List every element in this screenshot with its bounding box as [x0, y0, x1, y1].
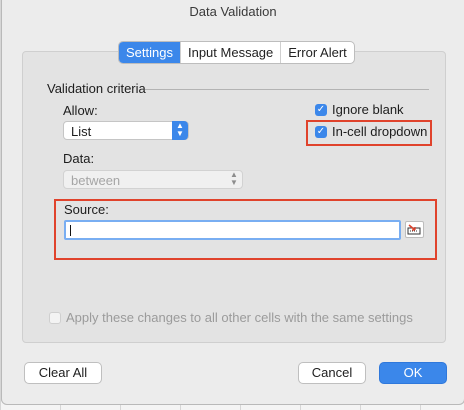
in-cell-dropdown-label: In-cell dropdown: [332, 124, 428, 139]
allow-label: Allow:: [63, 103, 98, 118]
dialog-title: Data Validation: [189, 4, 277, 19]
apply-all-checkbox[interactable]: [49, 312, 61, 324]
clear-all-button[interactable]: Clear All: [24, 362, 102, 384]
checkmark-icon: ✓: [316, 104, 326, 115]
ignore-blank-label: Ignore blank: [332, 102, 404, 117]
tab-settings[interactable]: Settings: [119, 42, 180, 63]
text-caret: [70, 225, 71, 236]
tab-error-alert[interactable]: Error Alert: [280, 42, 354, 63]
source-input[interactable]: [64, 220, 401, 240]
in-cell-dropdown-checkbox[interactable]: ✓: [315, 126, 327, 138]
data-value: between: [71, 173, 121, 188]
validation-criteria-heading: Validation criteria: [47, 81, 146, 96]
data-label: Data:: [63, 151, 95, 166]
source-label: Source:: [64, 202, 109, 217]
apply-all-label: Apply these changes to all other cells w…: [66, 310, 413, 325]
tab-bar: Settings Input Message Error Alert: [118, 41, 355, 64]
stepper-arrows-icon: ▲ ▼: [230, 170, 238, 187]
data-validation-dialog: Data Validation Settings Input Message E…: [1, 0, 464, 405]
checkmark-icon: ✓: [316, 126, 326, 137]
range-collapse-icon: [407, 224, 421, 235]
section-divider: [145, 89, 429, 90]
allow-select[interactable]: List ▲ ▼: [63, 121, 189, 140]
allow-value: List: [71, 124, 92, 139]
stepper-arrows-icon: ▲ ▼: [172, 121, 188, 140]
ignore-blank-checkbox[interactable]: ✓: [315, 104, 327, 116]
tab-input-message[interactable]: Input Message: [179, 42, 280, 63]
range-collapse-button[interactable]: [405, 221, 424, 238]
data-select[interactable]: between ▲ ▼: [63, 170, 243, 189]
ok-button[interactable]: OK: [379, 362, 447, 384]
cancel-button[interactable]: Cancel: [298, 362, 366, 384]
